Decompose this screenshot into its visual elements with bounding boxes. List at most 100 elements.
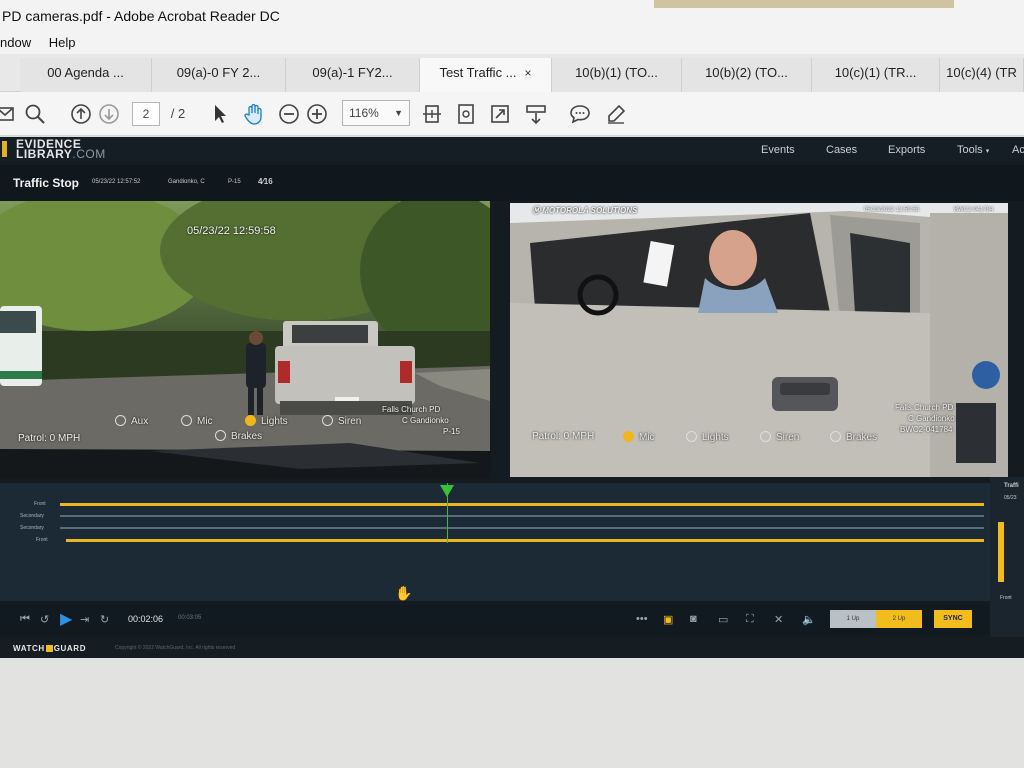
nav-tools-label: Tools xyxy=(957,144,983,156)
playhead-marker-icon[interactable] xyxy=(440,485,454,497)
indicator-label: Mic xyxy=(639,432,655,443)
track-front-1[interactable] xyxy=(60,503,984,506)
indicator-label: Brakes xyxy=(846,432,878,443)
comment-icon[interactable] xyxy=(566,100,594,128)
menu-window[interactable]: ndow xyxy=(0,32,31,54)
lights-indicator-icon xyxy=(686,431,697,442)
nav-account[interactable]: Ac xyxy=(1012,144,1024,156)
indicator-siren: Siren xyxy=(322,415,361,427)
select-pointer-icon[interactable] xyxy=(208,100,232,128)
incident-unit: P-15 xyxy=(228,179,241,185)
zoom-out-icon[interactable] xyxy=(276,100,302,128)
page-up-icon[interactable] xyxy=(68,100,94,128)
menu-help[interactable]: Help xyxy=(49,32,76,54)
nav-exports[interactable]: Exports xyxy=(888,144,925,156)
track-secondary-2[interactable] xyxy=(60,527,984,529)
view-1-up-button[interactable]: 1 Up xyxy=(830,610,876,628)
tab-10b2[interactable]: 10(b)(2) (TO... xyxy=(682,58,812,92)
full-screen-icon[interactable] xyxy=(486,100,514,128)
chevron-down-icon: ▼ xyxy=(394,108,403,118)
nav-tools[interactable]: Tools ▾ xyxy=(957,144,989,156)
page-view-icon[interactable] xyxy=(452,100,480,128)
tab-label: 09(a)-1 FY2... xyxy=(312,65,393,80)
step-icon[interactable]: ⇥ xyxy=(80,613,89,626)
play-icon[interactable]: ▶ xyxy=(60,609,72,629)
body-camera-video[interactable]: Ⓜ MOTOROLA SOLUTIONS 05/23/2022 12:59:58… xyxy=(510,203,1008,477)
redact-icon[interactable]: ✕ xyxy=(774,613,783,626)
tab-09a-0[interactable]: 09(a)-0 FY 2... xyxy=(152,58,286,92)
tab-label: Test Traffic ... xyxy=(439,65,517,80)
document-tabs: 00 Agenda ... 09(a)-0 FY 2... 09(a)-1 FY… xyxy=(0,54,1024,92)
search-icon[interactable] xyxy=(22,100,48,128)
indicator-lights: Lights xyxy=(686,431,729,443)
logo-line-2: LIBRARY xyxy=(16,147,73,161)
camera-icon[interactable]: ◙ xyxy=(690,613,697,625)
front-camera-video[interactable]: 05/23/22 12:59:58 Patrol: 0 MPH Aux Mic … xyxy=(0,201,490,479)
evidence-library-logo[interactable]: EVIDENCE LIBRARY.COM xyxy=(2,138,106,161)
tab-10c1[interactable]: 10(c)(1) (TR... xyxy=(812,58,940,92)
incident-title: Traffic Stop xyxy=(13,176,80,190)
tab-test-traffic[interactable]: Test Traffic ... × xyxy=(420,58,552,92)
tab-label: 09(a)-0 FY 2... xyxy=(176,65,261,80)
motorola-brand-text: MOTOROLA SOLUTIONS xyxy=(542,206,638,215)
scroll-mode-icon[interactable] xyxy=(522,100,550,128)
monitor-top-strip xyxy=(654,0,954,8)
incident-tag-icon: 4⁄16 xyxy=(258,177,273,186)
tab-label: 10(c)(1) (TR... xyxy=(834,65,917,80)
side-panel-title: Traffi xyxy=(1004,483,1019,489)
copyright-text: Copyright © 2022 WatchGuard, Inc. All ri… xyxy=(115,645,236,651)
tab-09a-1[interactable]: 09(a)-1 FY2... xyxy=(286,58,420,92)
view-layout-toggle: 1 Up 2 Up xyxy=(830,610,922,628)
lights-indicator-icon xyxy=(245,415,256,426)
brakes-indicator-icon xyxy=(830,431,841,442)
chevron-down-icon: ▾ xyxy=(985,148,990,155)
hand-tool-icon[interactable] xyxy=(240,100,268,128)
zoom-select[interactable]: 116% ▼ xyxy=(342,100,410,126)
forward-icon[interactable]: ↻ xyxy=(100,613,109,626)
page-down-icon[interactable] xyxy=(96,100,122,128)
nav-cases[interactable]: Cases xyxy=(826,144,857,156)
tab-label: 10(b)(2) (TO... xyxy=(705,65,788,80)
rewind-icon[interactable]: ↺ xyxy=(40,613,49,626)
sync-button[interactable]: SYNC xyxy=(934,610,972,628)
tab-agenda[interactable]: 00 Agenda ... xyxy=(20,58,152,92)
caption-icon[interactable]: ▭ xyxy=(718,613,728,626)
siren-indicator-icon xyxy=(760,431,771,442)
siren-indicator-icon xyxy=(322,415,333,426)
side-event-panel[interactable]: Traffi 05/23 Front xyxy=(990,477,1024,637)
track-label: Front xyxy=(36,537,48,543)
evidence-library-app: EVIDENCE LIBRARY.COM Events Cases Export… xyxy=(0,137,1024,658)
total-time: 00:03:05 xyxy=(178,615,202,621)
volume-icon[interactable]: 🔈 xyxy=(802,613,816,626)
indicator-mic: Mic xyxy=(623,431,655,443)
indicator-mic: Mic xyxy=(181,415,213,427)
app-navbar: EVIDENCE LIBRARY.COM Events Cases Export… xyxy=(0,137,1024,165)
tab-label: 10(b)(1) (TO... xyxy=(575,65,658,80)
evidence-timeline[interactable]: Front Secondary Secondary Front xyxy=(0,483,990,601)
more-options-icon[interactable]: ••• xyxy=(636,613,648,625)
fit-page-icon[interactable] xyxy=(418,100,446,128)
snapshot-icon[interactable]: ▣ xyxy=(663,613,673,626)
body-camera-unit: BWC2-041784 xyxy=(900,425,953,434)
track-secondary-1[interactable] xyxy=(60,515,984,517)
close-tab-icon[interactable]: × xyxy=(525,66,532,80)
player-controls: ⏮ ↺ ▶ ⇥ ↻ 00:02:06 00:03:05 ••• ▣ ◙ ▭ ⛶ … xyxy=(0,605,990,635)
highlight-pen-icon[interactable] xyxy=(602,100,630,128)
incident-officer: Gandionko, C xyxy=(168,179,205,185)
indicator-label: Siren xyxy=(776,432,800,443)
app-footer: WATCH GUARD Copyright © 2022 WatchGuard, … xyxy=(0,637,1024,658)
view-2-up-button[interactable]: 2 Up xyxy=(876,610,922,628)
tab-10c4[interactable]: 10(c)(4) (TR xyxy=(940,58,1024,92)
tab-label: 00 Agenda ... xyxy=(47,65,124,80)
email-icon[interactable] xyxy=(0,100,16,128)
expand-icon[interactable]: ⛶ xyxy=(746,613,754,626)
tab-10b1[interactable]: 10(b)(1) (TO... xyxy=(552,58,682,92)
hand-cursor-icon: ✋ xyxy=(395,585,413,601)
skip-to-start-icon[interactable]: ⏮ xyxy=(20,613,30,626)
nav-events[interactable]: Events xyxy=(761,144,795,156)
indicator-label: Siren xyxy=(338,416,362,427)
track-front-2[interactable] xyxy=(66,539,984,542)
page-number-input[interactable]: 2 xyxy=(132,102,160,126)
indicator-label: Lights xyxy=(261,416,288,427)
zoom-in-icon[interactable] xyxy=(304,100,330,128)
